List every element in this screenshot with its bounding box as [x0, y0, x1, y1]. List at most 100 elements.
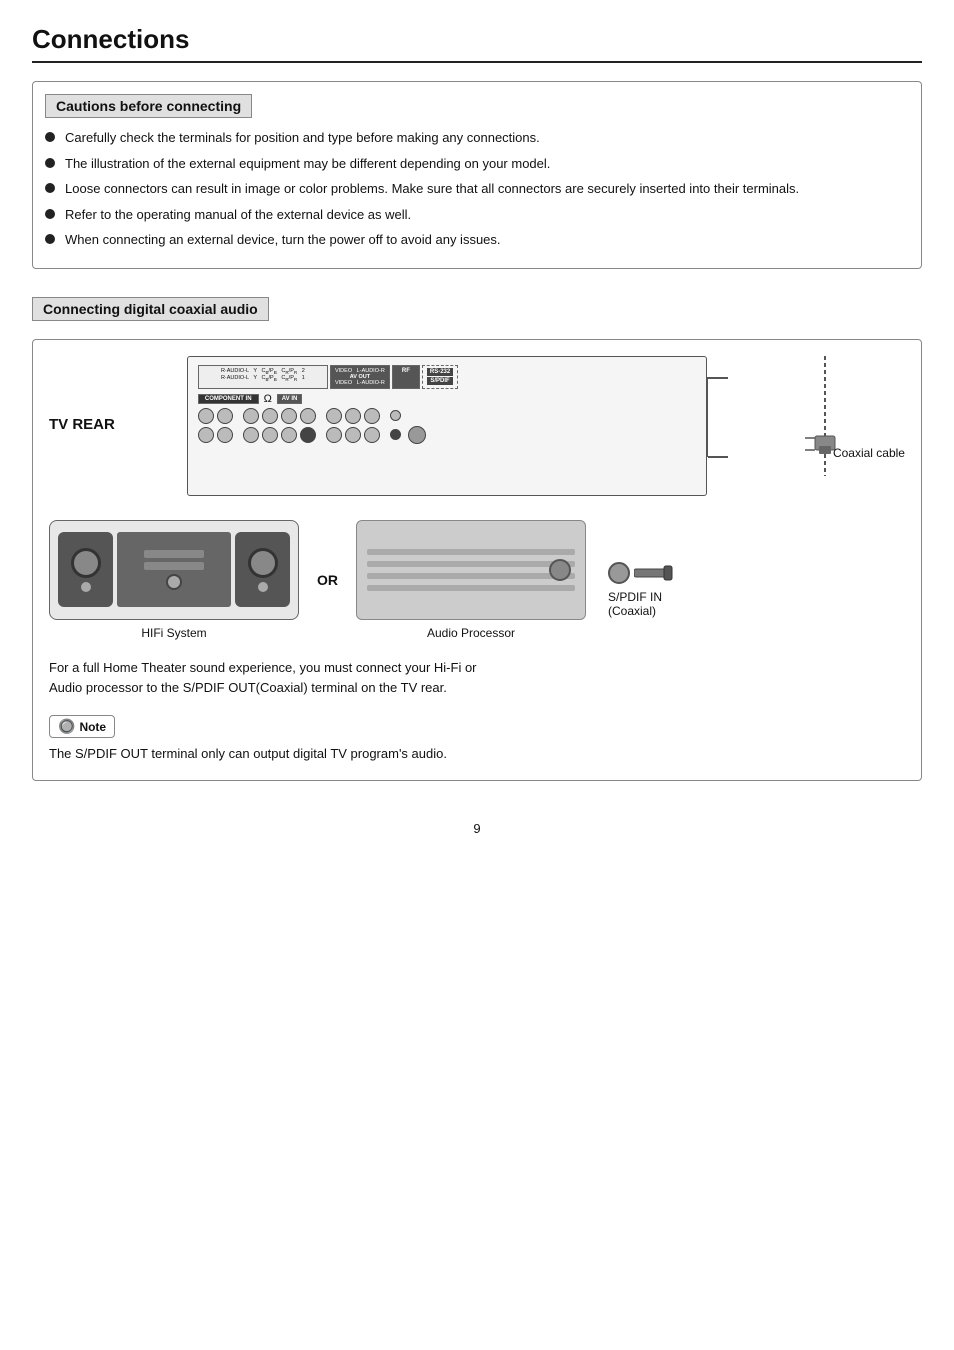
connector-grid [198, 408, 696, 444]
hifi-system-box [49, 520, 299, 620]
description-text: For a full Home Theater sound experience… [49, 658, 905, 700]
audio-slot-4 [367, 585, 575, 591]
audio-processor-box [356, 520, 586, 620]
speaker-woofer [71, 548, 101, 578]
av-out-label: VIDEO L-AUDIO-R AV OUT VIDEO L-AUDIO-R [330, 365, 390, 389]
spdif-in-label: S/PDIF IN (Coaxial) [608, 590, 662, 618]
tv-rear-label: TV REAR [49, 416, 115, 433]
list-item: The illustration of the external equipme… [45, 154, 903, 174]
note-icon: 🔘 [58, 718, 75, 735]
cautions-section: Cautions before connecting Carefully che… [32, 81, 922, 269]
hifi-right-speaker [235, 532, 290, 607]
list-item: Loose connectors can result in image or … [45, 179, 903, 199]
caution-text-5: When connecting an external device, turn… [65, 230, 501, 250]
second-label-row: COMPONENT IN Ω AV IN [198, 393, 696, 405]
spdif-label: S/PDIF [427, 377, 452, 385]
note-badge: 🔘 Note [49, 715, 115, 738]
cable-horizontal-bottom [708, 456, 728, 458]
caution-text-1: Carefully check the terminals for positi… [65, 128, 540, 148]
panel-top-labels: R·AUDIO-L Y CB/PB CR/PR 2 R·AUDIO-L Y CB… [198, 365, 696, 389]
caution-text-2: The illustration of the external equipme… [65, 154, 550, 174]
connector [326, 427, 342, 443]
page-title: Connections [32, 24, 922, 63]
or-label: OR [317, 572, 338, 588]
note-text: The S/PDIF OUT terminal only can output … [49, 744, 905, 764]
spdif-connector-row [608, 562, 674, 584]
note-area: 🔘 Note The S/PDIF OUT terminal only can … [49, 715, 905, 764]
connector [198, 408, 214, 424]
spdif-cable-icon [634, 562, 674, 584]
hifi-left-speaker [58, 532, 113, 607]
bullet-icon [45, 132, 55, 142]
speaker-tweeter-right [258, 582, 268, 592]
speaker-woofer-right [248, 548, 278, 578]
cable-diagram-svg [805, 356, 885, 516]
description-line-1: For a full Home Theater sound experience… [49, 660, 477, 675]
bullet-icon [45, 158, 55, 168]
rs232-label: RS-232 [427, 368, 453, 376]
audio-processor-label: Audio Processor [427, 626, 515, 640]
hifi-label: HIFi System [141, 626, 206, 640]
connector-row-1 [198, 408, 696, 424]
cable-horizontal-top [708, 377, 728, 379]
connector-filled [300, 427, 316, 443]
caution-text-4: Refer to the operating manual of the ext… [65, 205, 411, 225]
connector [300, 408, 316, 424]
connector [281, 427, 297, 443]
cautions-list: Carefully check the terminals for positi… [45, 128, 903, 250]
tv-rear-panel: R·AUDIO-L Y CB/PB CR/PR 2 R·AUDIO-L Y CB… [187, 356, 707, 496]
list-item: Carefully check the terminals for positi… [45, 128, 903, 148]
connector [364, 427, 380, 443]
av-in-badge: AV IN [277, 394, 303, 404]
coaxial-cable-area: Coaxial cable [805, 356, 905, 460]
devices-row: HIFi System OR Audio Processor [49, 520, 905, 640]
audio-slot-1 [367, 549, 575, 555]
connector [217, 427, 233, 443]
page-number: 9 [32, 821, 922, 836]
rf-label: RF [392, 365, 420, 389]
bullet-icon [45, 209, 55, 219]
hifi-knob [166, 574, 182, 590]
bullet-icon [45, 183, 55, 193]
hifi-inner [58, 529, 290, 611]
spdif-port [608, 562, 630, 584]
audio-slot-3 [367, 573, 575, 579]
list-item: When connecting an external device, turn… [45, 230, 903, 250]
description-line-2: Audio processor to the S/PDIF OUT(Coaxia… [49, 680, 447, 695]
tv-rear-area: TV REAR R·AUDIO-L Y CB/PB CR/PR 2 R·AUDI… [49, 356, 905, 496]
list-item: Refer to the operating manual of the ext… [45, 205, 903, 225]
audio-processor-container: Audio Processor [356, 520, 586, 640]
omega-symbol: Ω [264, 393, 272, 405]
note-label: Note [79, 720, 106, 734]
cautions-header: Cautions before connecting [45, 94, 252, 118]
hifi-center-unit [117, 532, 231, 607]
connecting-section: Connecting digital coaxial audio TV REAR… [32, 297, 922, 781]
spdif-in-container: S/PDIF IN (Coaxial) [608, 542, 674, 618]
connector [345, 427, 361, 443]
coaxial-cable-label: Coaxial cable [833, 446, 905, 460]
component-in-badge: COMPONENT IN [198, 394, 259, 404]
connector [198, 427, 214, 443]
connector [364, 408, 380, 424]
hifi-slot-1 [144, 550, 204, 558]
cable-vertical-line [706, 377, 708, 457]
component-in-label: R·AUDIO-L Y CB/PB CR/PR 2 R·AUDIO-L Y CB… [198, 365, 328, 389]
hifi-system-container: HIFi System [49, 520, 299, 640]
connector [243, 408, 259, 424]
connector [281, 408, 297, 424]
audio-slot-2 [367, 561, 575, 567]
connector [243, 427, 259, 443]
connector [345, 408, 361, 424]
spdif-port-connector [408, 426, 426, 444]
connector-row-2 [198, 426, 696, 444]
connector [262, 408, 278, 424]
hifi-slot-2 [144, 562, 204, 570]
bullet-icon [45, 234, 55, 244]
speaker-tweeter [81, 582, 91, 592]
connector [326, 408, 342, 424]
diagram-box: TV REAR R·AUDIO-L Y CB/PB CR/PR 2 R·AUDI… [32, 339, 922, 781]
connector-small [390, 410, 401, 421]
connecting-header: Connecting digital coaxial audio [32, 297, 269, 321]
connector [217, 408, 233, 424]
audio-knob [549, 559, 571, 581]
